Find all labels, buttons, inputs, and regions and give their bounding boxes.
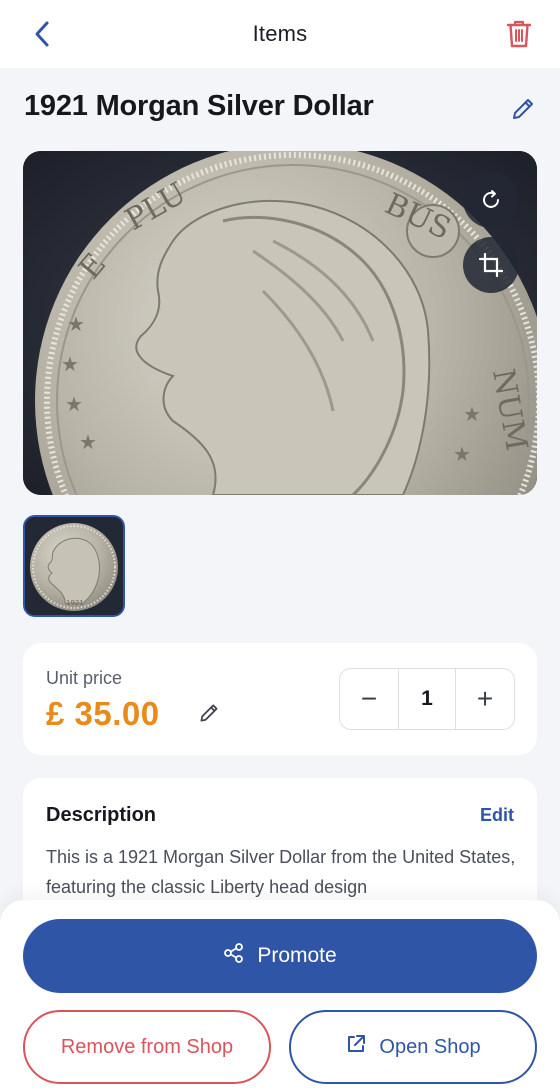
chevron-left-icon[interactable]	[26, 18, 58, 50]
svg-text:★: ★	[61, 354, 79, 376]
remove-from-shop-button[interactable]: Remove from Shop	[23, 1010, 271, 1084]
thumbnail-date: 1921	[66, 599, 84, 607]
svg-text:★: ★	[463, 404, 481, 426]
pencil-icon[interactable]	[195, 699, 223, 727]
increment-button[interactable]: +	[456, 669, 514, 729]
page-title: Items	[252, 21, 308, 46]
svg-text:★: ★	[67, 314, 85, 336]
crop-icon[interactable]	[463, 237, 519, 293]
decrement-button[interactable]: −	[340, 669, 398, 729]
item-main-image: E PLU BUS NUM ★ ★ ★ ★ ★ ★	[23, 151, 537, 495]
coin-image: E PLU BUS NUM ★ ★ ★ ★ ★ ★	[23, 151, 537, 495]
description-text: This is a 1921 Morgan Silver Dollar from…	[46, 847, 516, 897]
promote-label: Promote	[257, 944, 337, 967]
price-card: Unit price £ 35.00 − 1 +	[23, 643, 537, 755]
bottom-action-sheet: Promote Remove from Shop Open Shop	[0, 900, 560, 1092]
trash-icon[interactable]	[502, 16, 536, 52]
open-shop-label: Open Shop	[379, 1035, 481, 1058]
svg-text:★: ★	[453, 444, 471, 466]
edit-description-link[interactable]: Edit	[480, 805, 514, 826]
description-heading: Description	[46, 804, 157, 826]
price-label: Unit price	[46, 668, 123, 688]
promote-button[interactable]: Promote	[23, 919, 537, 993]
remove-label: Remove from Shop	[60, 1035, 234, 1058]
open-shop-button[interactable]: Open Shop	[289, 1010, 537, 1084]
svg-text:★: ★	[79, 432, 97, 454]
external-link-icon	[345, 1033, 367, 1061]
rotate-icon[interactable]	[463, 172, 519, 228]
price-value: £ 35.00	[46, 695, 160, 732]
svg-text:★: ★	[65, 394, 83, 416]
share-icon	[223, 942, 245, 970]
item-title: 1921 Morgan Silver Dollar	[24, 90, 374, 122]
pencil-icon[interactable]	[508, 94, 538, 124]
quantity-value[interactable]: 1	[398, 669, 456, 729]
item-thumbnail[interactable]: 1921	[23, 515, 125, 617]
quantity-stepper: − 1 +	[339, 668, 515, 730]
top-bar: Items	[0, 0, 560, 68]
